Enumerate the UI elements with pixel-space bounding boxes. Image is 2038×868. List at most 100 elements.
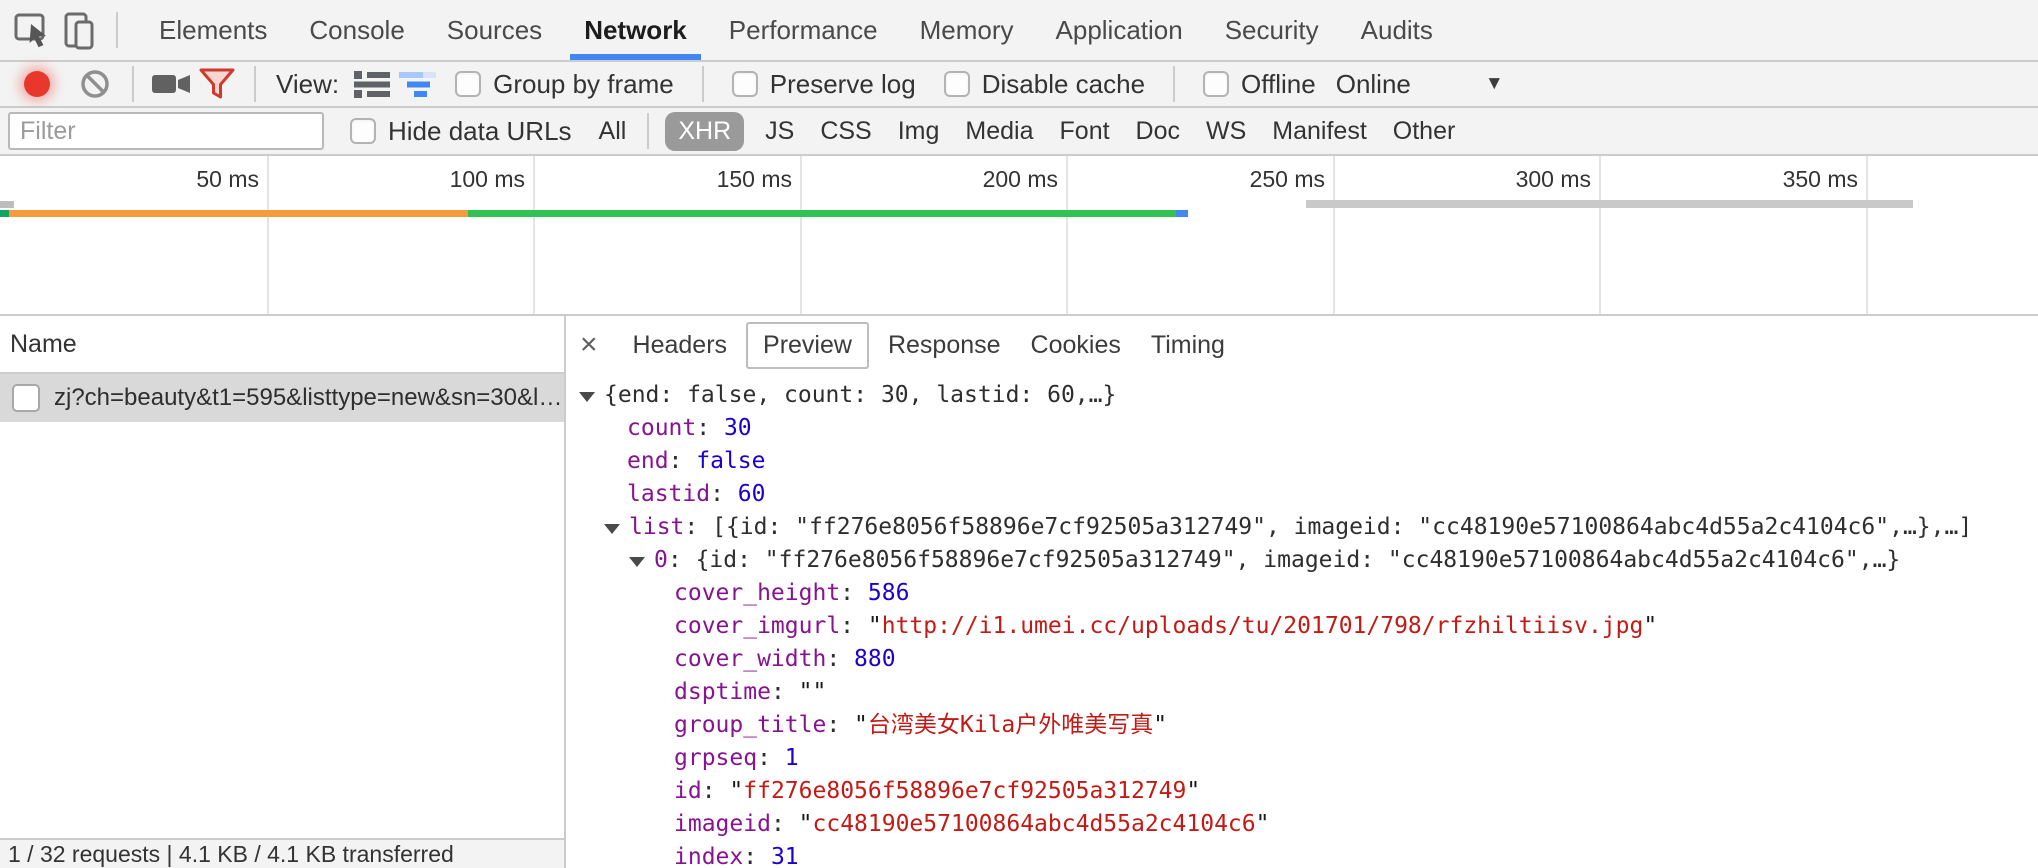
plain-text: : — [771, 679, 799, 705]
plain-text: [{id: "ff276e8056f58896e7cf92505a312749"… — [712, 514, 1972, 540]
tab-audits[interactable]: Audits — [1359, 0, 1435, 60]
number-value: 586 — [868, 580, 910, 606]
plain-text: {end: false, count: 30, lastid: 60,…} — [604, 382, 1116, 408]
preview-tree-row[interactable]: dsptime: "" — [566, 676, 2038, 709]
preserve-log-checkbox[interactable] — [732, 71, 758, 97]
detail-tabs: Headers Preview Response Cookies Timing — [618, 322, 1240, 369]
filter-type-manifest[interactable]: Manifest — [1272, 117, 1366, 146]
clear-icon[interactable] — [72, 61, 118, 107]
show-overview-icon[interactable] — [395, 61, 441, 107]
record-network-log-icon[interactable] — [24, 71, 50, 97]
plain-text: : — [771, 811, 799, 837]
property-key: list — [629, 514, 684, 540]
detail-tab-preview[interactable]: Preview — [746, 322, 869, 369]
tab-application[interactable]: Application — [1054, 0, 1185, 60]
tab-memory[interactable]: Memory — [918, 0, 1016, 60]
detail-tab-headers[interactable]: Headers — [633, 331, 728, 360]
overview-tick-label: 250 ms — [1175, 166, 1325, 193]
throttling-select[interactable]: Online ▼ — [1336, 69, 1504, 100]
name-column-header[interactable]: Name — [0, 316, 564, 374]
toolbar-divider — [702, 66, 704, 102]
property-key: cover_width — [674, 646, 826, 672]
filter-type-ws[interactable]: WS — [1206, 117, 1246, 146]
string-quote: " — [1153, 712, 1167, 738]
inspect-element-icon[interactable] — [10, 7, 56, 53]
view-label: View: — [276, 69, 339, 100]
filter-type-other[interactable]: Other — [1393, 117, 1456, 146]
plain-text: : — [668, 547, 696, 573]
preview-tree-row[interactable]: list: [{id: "ff276e8056f58896e7cf92505a3… — [566, 511, 2038, 544]
property-key: grpseq — [674, 745, 757, 771]
detail-tab-timing[interactable]: Timing — [1151, 331, 1225, 360]
tab-console[interactable]: Console — [307, 0, 406, 60]
filter-type-img[interactable]: Img — [898, 117, 940, 146]
preview-tree-row[interactable]: index: 31 — [566, 841, 2038, 868]
preview-tree-row[interactable]: imageid: "cc48190e57100864abc4d55a2c4104… — [566, 808, 2038, 841]
hide-data-urls-group: Hide data URLs — [350, 116, 572, 147]
offline-checkbox[interactable] — [1203, 71, 1229, 97]
group-by-frame-checkbox[interactable] — [455, 71, 481, 97]
preview-tree-row[interactable]: group_title: "台湾美女Kila户外唯美写真" — [566, 709, 2038, 742]
preview-tree-row[interactable]: lastid: 60 — [566, 478, 2038, 511]
filter-type-js[interactable]: JS — [765, 117, 794, 146]
disclosure-triangle-icon[interactable] — [579, 392, 595, 402]
tab-sources[interactable]: Sources — [445, 0, 544, 60]
filter-input[interactable] — [8, 112, 324, 150]
detail-tab-response[interactable]: Response — [888, 331, 1001, 360]
disclosure-triangle-icon[interactable] — [604, 524, 620, 534]
overview-tick-label: 100 ms — [375, 166, 525, 193]
request-type-filters: All XHR JS CSS Img Media Font Doc WS Manifest Othe… — [586, 112, 1469, 151]
tab-performance[interactable]: Performance — [727, 0, 880, 60]
number-value: 60 — [738, 481, 766, 507]
string-quote: " — [1186, 778, 1200, 804]
detail-tab-strip: × Headers Preview Response Cookies Timing — [566, 316, 2038, 374]
capture-screenshots-icon[interactable] — [148, 61, 194, 107]
main-tab-strip: Elements Console Sources Network Performance… — [138, 0, 1454, 60]
disable-cache-checkbox[interactable] — [944, 71, 970, 97]
preview-tree-row[interactable]: cover_imgurl: "http://i1.umei.cc/uploads… — [566, 610, 2038, 643]
toolbar-divider — [254, 66, 256, 102]
table-row[interactable]: zj?ch=beauty&t1=595&listtype=new&sn=30&l… — [0, 374, 564, 422]
preview-tree-row[interactable]: grpseq: 1 — [566, 742, 2038, 775]
disable-cache-checkbox-group: Disable cache — [944, 69, 1145, 100]
request-row-checkbox[interactable] — [12, 384, 40, 412]
overview-gridline — [1599, 156, 1601, 314]
name-header-label: Name — [10, 330, 77, 359]
filter-icon[interactable] — [194, 61, 240, 107]
filter-type-media[interactable]: Media — [965, 117, 1033, 146]
property-key: group_title — [674, 712, 826, 738]
filter-type-all[interactable]: All — [599, 117, 627, 146]
network-overview[interactable]: 50 ms100 ms150 ms200 ms250 ms300 ms350 m… — [0, 156, 2038, 316]
device-toolbar-icon[interactable] — [56, 7, 102, 53]
preview-tree-row[interactable]: end: false — [566, 445, 2038, 478]
plain-text: : — [826, 712, 854, 738]
network-filter-bar: Hide data URLs All XHR JS CSS Img Media Font Do… — [0, 108, 2038, 156]
status-bar: 1 / 32 requests | 4.1 KB / 4.1 KB transf… — [0, 838, 564, 868]
tab-elements[interactable]: Elements — [157, 0, 269, 60]
devtools-tab-bar: Elements Console Sources Network Performance… — [0, 0, 2038, 62]
preview-tree-row[interactable]: {end: false, count: 30, lastid: 60,…} — [566, 379, 2038, 412]
preview-tree-row[interactable]: count: 30 — [566, 412, 2038, 445]
filter-type-css[interactable]: CSS — [820, 117, 871, 146]
number-value: 880 — [854, 646, 896, 672]
property-key: lastid — [627, 481, 710, 507]
preview-tree-row[interactable]: cover_height: 586 — [566, 577, 2038, 610]
tab-network[interactable]: Network — [582, 0, 689, 60]
preview-tree-row[interactable]: id: "ff276e8056f58896e7cf92505a312749" — [566, 775, 2038, 808]
preview-tree-row[interactable]: cover_width: 880 — [566, 643, 2038, 676]
large-request-rows-icon[interactable] — [349, 61, 395, 107]
filter-type-font[interactable]: Font — [1060, 117, 1110, 146]
hide-data-urls-checkbox[interactable] — [350, 118, 376, 144]
overview-gridline — [1066, 156, 1068, 314]
request-detail-pane: × Headers Preview Response Cookies Timing {e… — [566, 316, 2038, 868]
tab-security[interactable]: Security — [1223, 0, 1321, 60]
detail-tab-cookies[interactable]: Cookies — [1031, 331, 1121, 360]
plain-text: : — [710, 481, 738, 507]
property-key: dsptime — [674, 679, 771, 705]
filter-type-doc[interactable]: Doc — [1136, 117, 1180, 146]
filter-type-xhr[interactable]: XHR — [665, 112, 744, 151]
disclosure-triangle-icon[interactable] — [629, 557, 645, 567]
close-icon[interactable]: × — [580, 330, 598, 360]
property-key: cover_height — [674, 580, 840, 606]
preview-tree-row[interactable]: 0: {id: "ff276e8056f58896e7cf92505a31274… — [566, 544, 2038, 577]
